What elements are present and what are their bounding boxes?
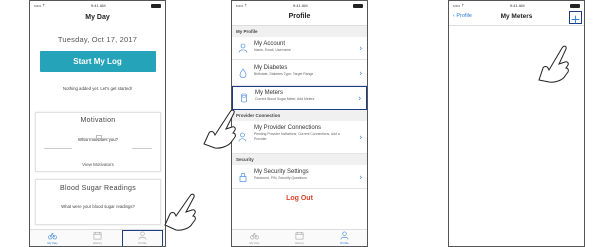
motivation-card[interactable]: Motivation What motivates you? View Moti… <box>35 112 161 172</box>
chevron-right-icon: › <box>359 68 362 77</box>
date-label: Tuesday, Oct 17, 2017 <box>57 35 138 44</box>
row-subtitle: Birthdate, Diabetes Type, Target Range <box>254 72 314 76</box>
row-subtitle: Name, Email, Username <box>254 48 291 52</box>
motivation-decoration <box>44 135 152 152</box>
battery-icon <box>353 3 363 8</box>
start-log-button[interactable]: Start My Log <box>39 51 156 72</box>
chevron-right-icon: › <box>359 132 362 142</box>
security-settings-row[interactable]: My Security Settings Password, PIN, Secu… <box>232 165 367 189</box>
my-diabetes-row[interactable]: My Diabetes Birthdate, Diabetes Type, Ta… <box>232 60 367 86</box>
bike-icon <box>250 233 259 240</box>
section-my-profile: My Profile <box>232 26 367 37</box>
bike-icon <box>48 233 57 240</box>
row-title: My Account <box>254 41 286 47</box>
section-security: Security <box>232 154 367 165</box>
status-bar: ••••• ⇡ 9:41 AM <box>30 1 165 10</box>
status-bar: ••••• ⇡ 9:41 AM <box>449 1 584 10</box>
meter-icon <box>241 93 247 103</box>
battery-icon <box>570 3 580 8</box>
person-icon <box>340 231 349 240</box>
row-subtitle: Pending Provider Invitations, Current Co… <box>254 132 340 141</box>
chevron-right-icon: › <box>359 172 362 181</box>
motivation-title: Motivation <box>80 117 116 124</box>
tab-label: My Day <box>249 241 260 245</box>
drop-icon <box>239 67 247 78</box>
battery-icon <box>151 3 161 8</box>
pointing-hand-icon <box>538 45 569 83</box>
page-title: Profile <box>232 10 367 26</box>
my-meters-row[interactable]: My Meters Current Blood Sugar Meter, Add… <box>232 86 367 110</box>
person-icon <box>238 43 248 53</box>
logout-button[interactable]: Log Out <box>232 189 367 202</box>
tab-bar: My Day History Profile <box>30 229 165 246</box>
my-day-screen: ••••• ⇡ 9:41 AM My Day Tuesday, Oct 17, … <box>29 0 166 247</box>
tab-my-day[interactable]: My Day <box>232 230 277 246</box>
row-subtitle: Current Blood Sugar Meter, Add Meters <box>255 97 315 101</box>
profile-screen: ••••• ⇡ 9:41 AM Profile My Profile My Ac… <box>231 0 368 247</box>
pointing-hand-icon <box>164 193 196 231</box>
row-title: My Diabetes <box>254 65 288 71</box>
tab-my-day[interactable]: My Day <box>30 230 75 246</box>
blood-sugar-question: What were your blood sugar readings? <box>61 204 135 209</box>
tab-history[interactable]: History <box>75 230 120 246</box>
chevron-right-icon: › <box>358 93 361 103</box>
row-title: My Meters <box>255 90 284 96</box>
tab-profile[interactable]: Profile <box>120 230 165 246</box>
blood-sugar-title: Blood Sugar Readings <box>59 185 137 192</box>
view-motivators-link[interactable]: View Motivators <box>36 162 160 167</box>
page-title: My Day <box>85 14 110 21</box>
section-provider-connection: Provider Connection <box>232 110 367 121</box>
tab-profile[interactable]: Profile <box>322 230 367 246</box>
highlight-box <box>122 230 163 246</box>
page-title: My Meters <box>500 13 533 20</box>
calendar-icon <box>295 231 304 240</box>
tab-history[interactable]: History <box>277 230 322 246</box>
chevron-right-icon: › <box>359 43 362 53</box>
tab-label: History <box>294 241 305 245</box>
carrier-signal: ••••• ⇡ <box>34 3 46 8</box>
carrier-signal: ••••• ⇡ <box>236 3 248 8</box>
my-meters-screen: ••••• ⇡ 9:41 AM ‹ Profile My Meters <box>448 0 585 247</box>
tab-label: Profile <box>340 241 349 245</box>
plus-icon <box>571 15 580 24</box>
row-title: My Security Settings <box>254 169 309 175</box>
calendar-icon <box>93 231 102 240</box>
status-time: 9:41 AM <box>90 3 106 8</box>
empty-message: Nothing added yet. Let's get started! <box>63 86 132 91</box>
pointing-hand-icon <box>203 109 236 149</box>
tab-label: My Day <box>47 241 58 245</box>
status-time: 9:41 AM <box>509 3 525 8</box>
tab-bar: My Day History Profile <box>232 229 367 246</box>
blood-sugar-card[interactable]: Blood Sugar Readings What were your bloo… <box>35 179 161 225</box>
provider-connections-row[interactable]: My Provider Connections Pending Provider… <box>232 121 367 154</box>
status-time: 9:41 AM <box>292 3 308 8</box>
my-account-row[interactable]: My Account Name, Email, Username › <box>232 37 367 60</box>
add-meter-button[interactable] <box>569 11 582 24</box>
tab-label: History <box>92 241 103 245</box>
row-title: My Provider Connections <box>254 125 322 131</box>
status-bar: ••••• ⇡ 9:41 AM <box>232 1 367 10</box>
nav-header: ‹ Profile My Meters <box>449 10 584 26</box>
row-subtitle: Password, PIN, Security Questions <box>254 176 307 180</box>
carrier-signal: ••••• ⇡ <box>453 3 465 8</box>
lock-icon <box>239 172 247 182</box>
